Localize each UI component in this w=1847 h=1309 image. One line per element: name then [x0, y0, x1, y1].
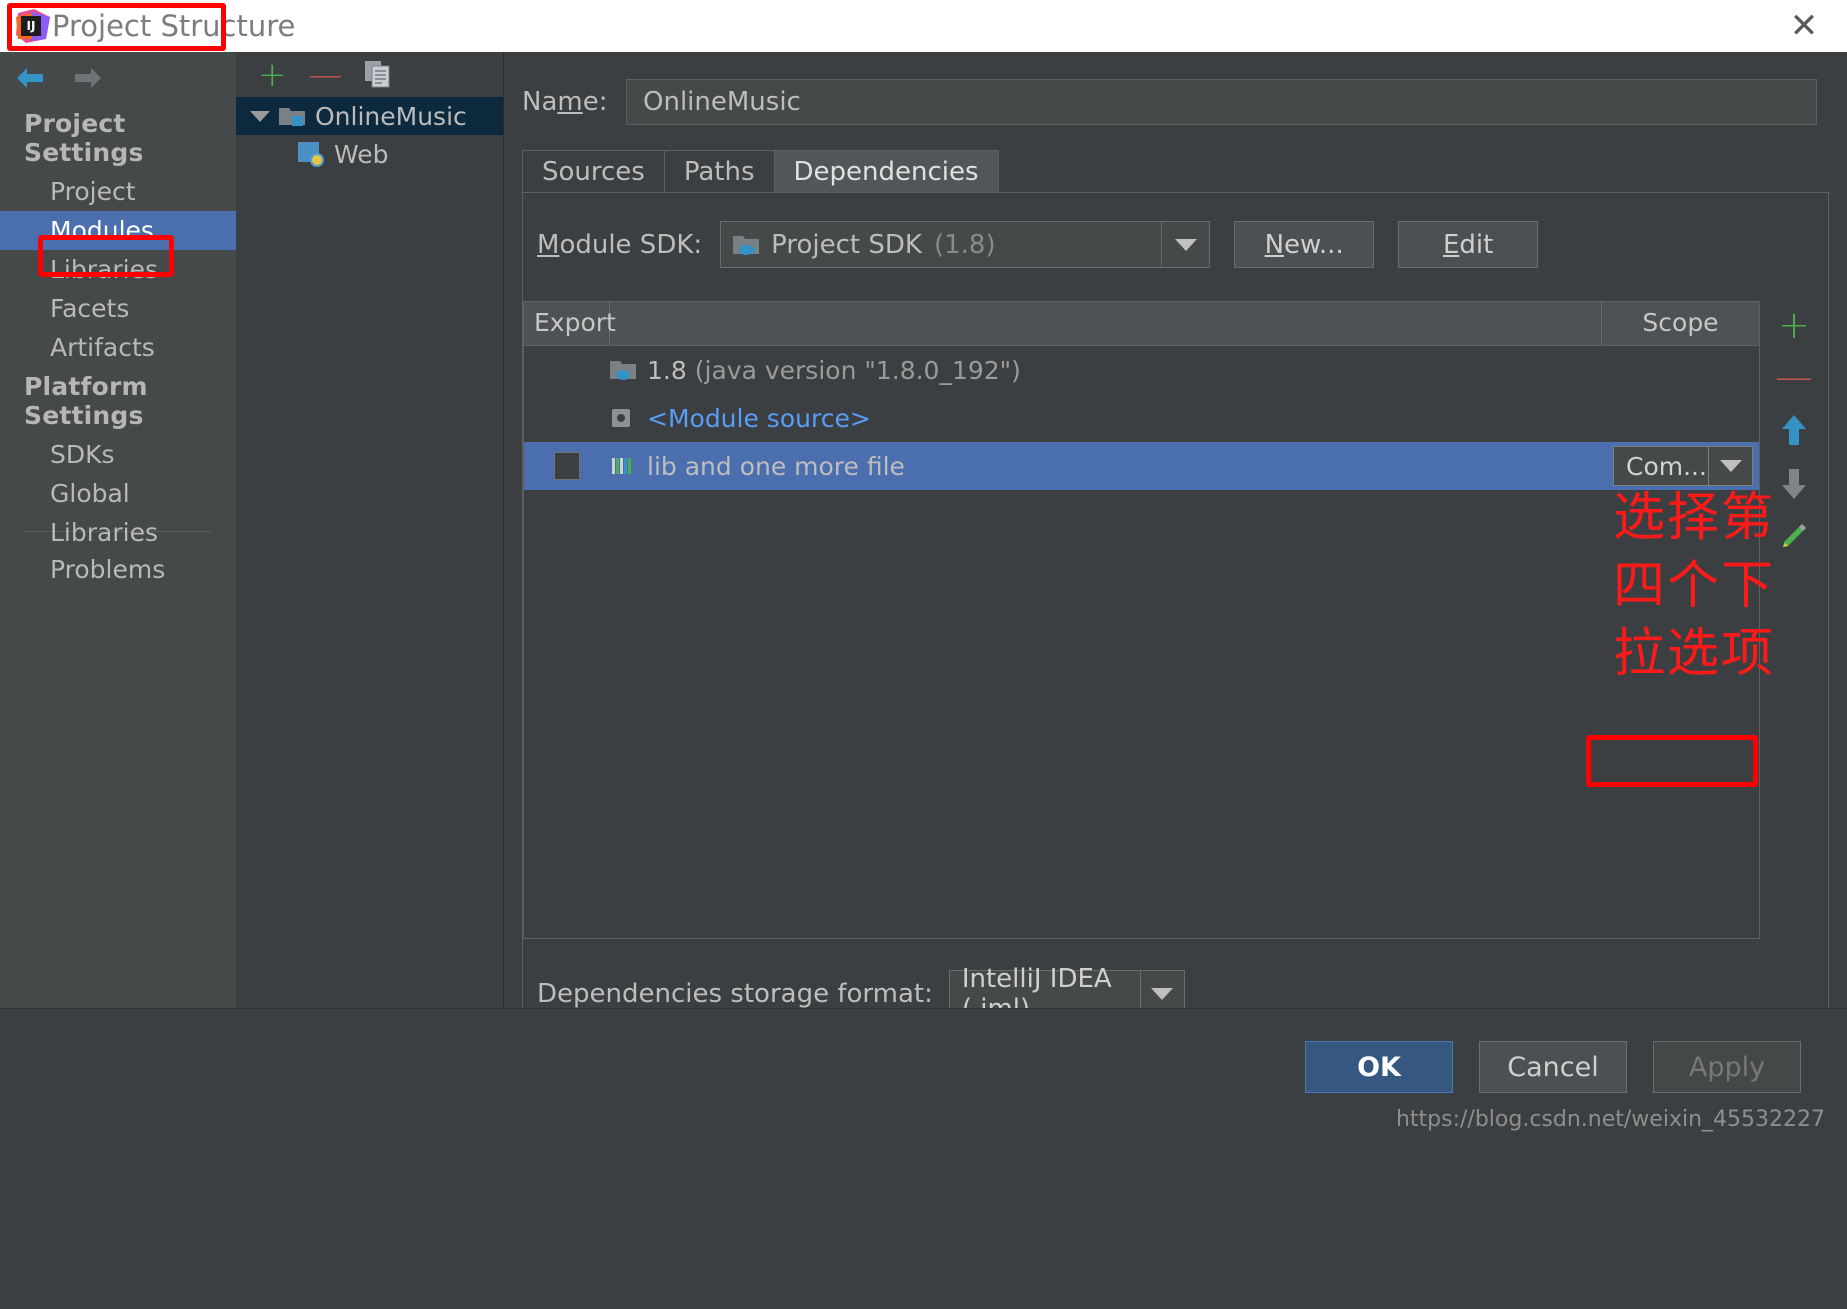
module-sdk-value: Project SDK	[771, 229, 922, 260]
dependency-name: <Module source>	[647, 403, 871, 433]
add-module-icon[interactable]: +	[258, 58, 287, 92]
library-icon	[612, 458, 631, 474]
remove-module-icon[interactable]: —	[309, 58, 343, 92]
dependency-name-cell: 1.8 (java version "1.8.0_192")	[610, 356, 1021, 385]
module-name-input[interactable]: OnlineMusic	[626, 79, 1817, 125]
sidebar-group-platform-settings: Platform Settings	[24, 372, 148, 430]
scope-dropdown[interactable]: Com...	[1613, 446, 1753, 486]
copy-module-icon[interactable]	[364, 61, 391, 88]
tab-paths[interactable]: Paths	[663, 150, 775, 192]
export-cell[interactable]	[524, 452, 610, 480]
apply-button: Apply	[1653, 1041, 1801, 1093]
project-structure-dialog: IJ Project Structure ✕ Project Settings …	[0, 0, 1847, 1309]
column-header-export[interactable]: Export	[524, 302, 616, 345]
sidebar-item-sdks[interactable]: SDKs	[0, 435, 236, 474]
sidebar-item-artifacts[interactable]: Artifacts	[0, 328, 236, 367]
sidebar-item-global-libraries[interactable]: Global Libraries	[0, 474, 236, 547]
dialog-footer: OK Cancel Apply https://blog.csdn.net/we…	[0, 1008, 1847, 1309]
web-facet-icon	[298, 141, 324, 167]
module-name-row: Name: OnlineMusic	[504, 52, 1847, 125]
java-sdk-icon	[610, 361, 636, 380]
edit-sdk-button[interactable]: Edit	[1398, 221, 1539, 268]
back-arrow-icon[interactable]	[14, 65, 46, 91]
table-row[interactable]: 1.8 (java version "1.8.0_192")	[524, 346, 1759, 394]
tree-node-onlinemusic[interactable]: OnlineMusic	[236, 97, 503, 135]
tree-node-label: OnlineMusic	[315, 101, 467, 131]
sidebar-item-problems[interactable]: Problems	[0, 550, 236, 589]
sidebar-item-project[interactable]: Project	[0, 172, 236, 211]
scope-value: Com...	[1626, 451, 1707, 481]
tree-node-label: Web	[334, 139, 389, 169]
svg-text:IJ: IJ	[27, 19, 36, 33]
sidebar-item-libraries[interactable]: Libraries	[0, 250, 236, 289]
module-folder-icon	[279, 107, 305, 126]
tab-dependencies[interactable]: Dependencies	[773, 150, 999, 192]
title-bar: IJ Project Structure ✕	[0, 0, 1847, 52]
dependency-detail: (java version "1.8.0_192")	[694, 355, 1021, 385]
module-tree-panel: + — OnlineMusic Web	[236, 52, 504, 1008]
chevron-down-icon[interactable]	[1708, 447, 1752, 485]
sidebar-item-facets[interactable]: Facets	[0, 289, 236, 328]
chevron-down-icon[interactable]	[250, 110, 270, 122]
forward-arrow-icon[interactable]	[72, 65, 104, 91]
dependency-name-cell: lib and one more file	[610, 452, 905, 481]
module-editor-content: Name: OnlineMusic Sources Paths Dependen…	[504, 52, 1847, 1038]
dialog-buttons: OK Cancel Apply	[1305, 1041, 1801, 1093]
settings-sidebar: Project Settings Project Modules Librari…	[0, 52, 236, 1008]
column-header-name	[610, 302, 1601, 345]
module-sdk-dropdown[interactable]: Project SDK (1.8)	[720, 221, 1211, 268]
sidebar-group-project-settings: Project Settings	[24, 109, 144, 167]
module-sdk-label: Module SDK:	[537, 229, 703, 260]
tab-sources[interactable]: Sources	[522, 150, 665, 192]
dependencies-table-header: Export Scope	[524, 302, 1759, 346]
ok-button[interactable]: OK	[1305, 1041, 1453, 1093]
scope-highlight-box	[1586, 735, 1758, 787]
java-sdk-icon	[733, 235, 760, 255]
dependency-name-cell: <Module source>	[610, 404, 871, 433]
plus-icon[interactable]: +	[1778, 306, 1810, 344]
intellij-idea-logo-icon: IJ	[16, 9, 50, 43]
watermark-text: https://blog.csdn.net/weixin_45532227	[1395, 1107, 1825, 1132]
tree-node-web[interactable]: Web	[236, 135, 503, 173]
new-sdk-button[interactable]: New...	[1234, 221, 1375, 268]
chevron-down-icon[interactable]	[1161, 222, 1209, 267]
module-sdk-version: (1.8)	[933, 229, 996, 260]
editor-tabs: Sources Paths Dependencies	[522, 150, 1847, 192]
cancel-button[interactable]: Cancel	[1479, 1041, 1627, 1093]
module-tree-toolbar: + —	[236, 52, 503, 97]
module-name-label: Name:	[522, 87, 608, 117]
module-sdk-row: Module SDK: Project SDK (1.8) New... Edi…	[523, 193, 1828, 268]
dependency-name: lib and one more file	[647, 451, 905, 481]
module-source-icon	[612, 409, 630, 427]
column-header-scope[interactable]: Scope	[1601, 302, 1759, 345]
window-title: Project Structure	[52, 9, 296, 43]
sidebar-item-modules[interactable]: Modules	[0, 211, 236, 250]
dependency-name: 1.8	[647, 355, 687, 385]
sidebar-nav-buttons	[0, 52, 236, 104]
dependencies-table: Export Scope 1.8 (java version "1.8.0_19…	[523, 301, 1760, 939]
table-row[interactable]: lib and one more file Com...	[524, 442, 1759, 490]
close-icon[interactable]: ✕	[1787, 9, 1821, 44]
export-checkbox[interactable]	[554, 452, 580, 480]
chinese-annotation: 选择第四个下拉选项	[1613, 488, 1776, 684]
storage-format-label: Dependencies storage format:	[537, 978, 933, 1009]
arrow-up-icon[interactable]	[1779, 413, 1809, 447]
minus-icon[interactable]: —	[1775, 358, 1813, 396]
table-row[interactable]: <Module source>	[524, 394, 1759, 442]
